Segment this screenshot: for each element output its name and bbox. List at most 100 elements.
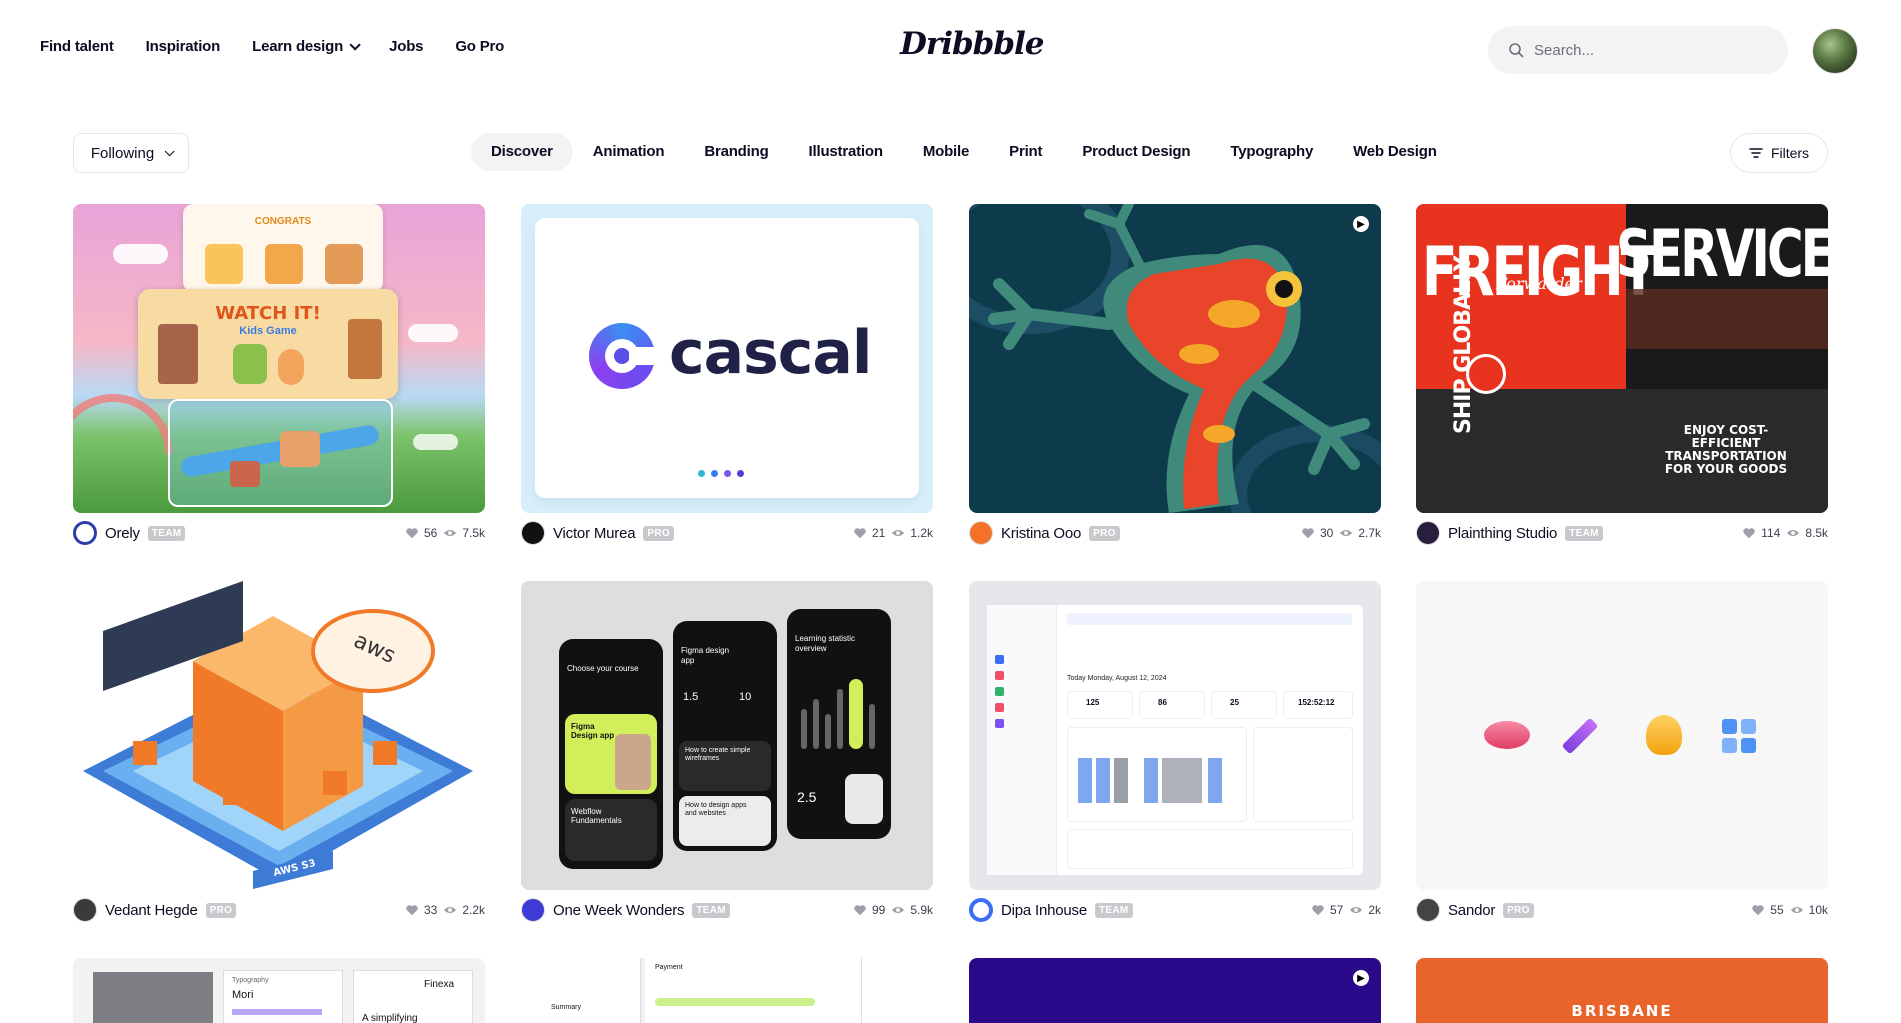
like-stat[interactable]: 56 <box>405 526 437 540</box>
heart-icon <box>1302 528 1314 539</box>
shot-card: Choose your course Figma Design app Webf… <box>521 581 933 930</box>
view-stat: 10k <box>1790 903 1828 917</box>
author-name[interactable]: Sandor <box>1448 902 1495 919</box>
like-stat[interactable]: 55 <box>1751 903 1784 917</box>
author-avatar[interactable] <box>73 898 97 922</box>
tab-typography[interactable]: Typography <box>1210 133 1333 171</box>
shot-thumbnail[interactable]: cascal <box>521 204 933 513</box>
search-icon <box>1509 43 1524 58</box>
shot-author[interactable]: Kristina Ooo PRO <box>969 521 1120 545</box>
author-avatar[interactable] <box>521 521 545 545</box>
shot-thumbnail[interactable]: FREIGHT SERVICES Forwarder SHIP GLOBALLY… <box>1416 204 1828 513</box>
shot-text: Mori <box>232 989 254 1001</box>
shot-meta: One Week Wonders TEAM 99 5.9k <box>521 890 933 930</box>
tab-animation[interactable]: Animation <box>573 133 685 171</box>
shot-text: Finexa <box>424 979 455 990</box>
like-stat[interactable]: 33 <box>405 903 437 917</box>
shot-text: How to create simple wireframes <box>685 747 751 762</box>
shot-thumbnail[interactable]: ▶ <box>969 204 1381 513</box>
video-icon: ▶ <box>1353 216 1369 232</box>
author-name[interactable]: Kristina Ooo <box>1001 525 1081 542</box>
shot-text: SHIP GLOBALLY <box>1451 256 1476 434</box>
shot-text: CONGRATS <box>254 216 312 227</box>
shot-thumbnail[interactable] <box>1416 581 1828 890</box>
shot-text: Figma design app <box>681 646 730 665</box>
author-avatar[interactable] <box>1416 898 1440 922</box>
shot-text: Kids Game <box>239 325 297 337</box>
like-stat[interactable]: 30 <box>1301 526 1333 540</box>
author-name[interactable]: Dipa Inhouse <box>1001 902 1087 919</box>
like-stat[interactable]: 114 <box>1742 526 1780 540</box>
apps-add-icon <box>1722 719 1756 753</box>
author-name[interactable]: Orely <box>105 525 140 542</box>
nav-find-talent[interactable]: Find talent <box>40 38 114 55</box>
shot-stats: 21 1.2k <box>853 526 933 540</box>
author-avatar[interactable] <box>1416 521 1440 545</box>
shot-thumbnail[interactable]: BRISBANE <box>1416 958 1828 1023</box>
heart-icon <box>854 905 866 916</box>
nav-inspiration[interactable]: Inspiration <box>146 38 221 55</box>
pro-badge: PRO <box>205 902 237 918</box>
shot-author[interactable]: One Week Wonders TEAM <box>521 898 730 922</box>
tab-discover[interactable]: Discover <box>471 133 573 171</box>
shot-stats: 99 5.9k <box>853 903 933 917</box>
aws-illustration <box>83 581 473 889</box>
eye-icon <box>444 529 457 537</box>
view-count: 2.7k <box>1358 526 1381 540</box>
author-name[interactable]: Plainthing Studio <box>1448 525 1557 542</box>
eye-icon <box>892 529 905 537</box>
author-avatar[interactable] <box>969 521 993 545</box>
eye-icon <box>444 906 457 914</box>
team-badge: TEAM <box>692 902 730 918</box>
nav-jobs[interactable]: Jobs <box>389 38 423 55</box>
pro-badge: PRO <box>643 525 674 541</box>
shot-text: Forwarder <box>1496 274 1582 293</box>
shot-meta: Sandor PRO 55 10k <box>1416 890 1828 930</box>
author-avatar[interactable] <box>521 898 545 922</box>
author-avatar[interactable] <box>73 521 97 545</box>
shot-thumbnail[interactable]: ▶ <box>969 958 1381 1023</box>
like-stat[interactable]: 21 <box>853 526 885 540</box>
shot-thumbnail[interactable]: Summary Payment <box>521 958 933 1023</box>
nav-learn-design[interactable]: Learn design <box>252 38 361 55</box>
shot-text: BRISBANE <box>1571 1002 1673 1020</box>
shot-author[interactable]: Sandor PRO <box>1416 898 1534 922</box>
shot-author[interactable]: Dipa Inhouse TEAM <box>969 898 1133 922</box>
author-name[interactable]: One Week Wonders <box>553 902 685 919</box>
shot-author[interactable]: Vedant Hegde PRO <box>73 898 237 922</box>
shot-author[interactable]: Victor Murea PRO <box>521 521 674 545</box>
shot-stats: 114 8.5k <box>1742 526 1828 540</box>
search-input[interactable] <box>1534 41 1754 59</box>
team-badge: TEAM <box>147 525 186 541</box>
team-badge: TEAM <box>1095 902 1133 918</box>
tab-mobile[interactable]: Mobile <box>903 133 989 171</box>
shot-thumbnail[interactable]: aws AWS S3 <box>73 581 485 890</box>
shot-card: ▶ Kristina Ooo PRO 30 2.7k <box>969 204 1381 553</box>
tab-branding[interactable]: Branding <box>684 133 788 171</box>
shot-thumbnail[interactable]: Today Monday, August 12, 2024 125 86 25 … <box>969 581 1381 890</box>
following-dropdown[interactable]: Following <box>73 133 189 173</box>
dribbble-logo[interactable]: Dribbble <box>900 26 1045 62</box>
shot-meta: Vedant Hegde PRO 33 2.2k <box>73 890 485 930</box>
like-stat[interactable]: 99 <box>853 903 885 917</box>
tab-illustration[interactable]: Illustration <box>789 133 903 171</box>
shot-text: Figma Design app <box>571 722 615 740</box>
like-stat[interactable]: 57 <box>1311 903 1343 917</box>
author-name[interactable]: Victor Murea <box>553 525 636 542</box>
author-name[interactable]: Vedant Hegde <box>105 902 198 919</box>
tab-print[interactable]: Print <box>989 133 1062 171</box>
author-avatar[interactable] <box>969 898 993 922</box>
shot-card: Typography Mori Finexa A simplifying <box>73 958 485 1023</box>
pro-badge: PRO <box>1089 525 1120 541</box>
tab-web-design[interactable]: Web Design <box>1333 133 1457 171</box>
search-bar[interactable] <box>1488 26 1788 74</box>
filters-button[interactable]: Filters <box>1730 133 1828 173</box>
shot-author[interactable]: Plainthing Studio TEAM <box>1416 521 1603 545</box>
shot-author[interactable]: Orely TEAM <box>73 521 186 545</box>
user-avatar[interactable] <box>1812 28 1858 74</box>
tab-product-design[interactable]: Product Design <box>1062 133 1210 171</box>
nav-go-pro[interactable]: Go Pro <box>455 38 504 55</box>
shot-thumbnail[interactable]: Choose your course Figma Design app Webf… <box>521 581 933 890</box>
shot-thumbnail[interactable]: Typography Mori Finexa A simplifying <box>73 958 485 1023</box>
shot-thumbnail[interactable]: CONGRATS WATCH IT! Kids Game <box>73 204 485 513</box>
